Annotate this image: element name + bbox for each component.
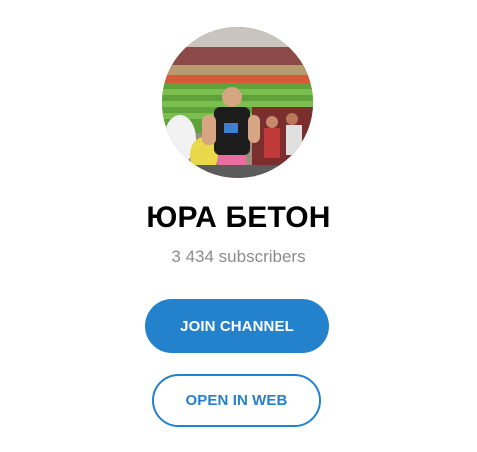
channel-preview-page: ЮРА БЕТОН 3 434 subscribers JOIN CHANNEL… bbox=[0, 0, 477, 452]
channel-title: ЮРА БЕТОН bbox=[146, 201, 331, 234]
open-in-web-button[interactable]: OPEN IN WEB bbox=[152, 374, 321, 427]
channel-avatar bbox=[162, 27, 313, 178]
subscriber-count: 3 434 subscribers bbox=[171, 247, 306, 266]
join-channel-button[interactable]: JOIN CHANNEL bbox=[145, 299, 329, 353]
